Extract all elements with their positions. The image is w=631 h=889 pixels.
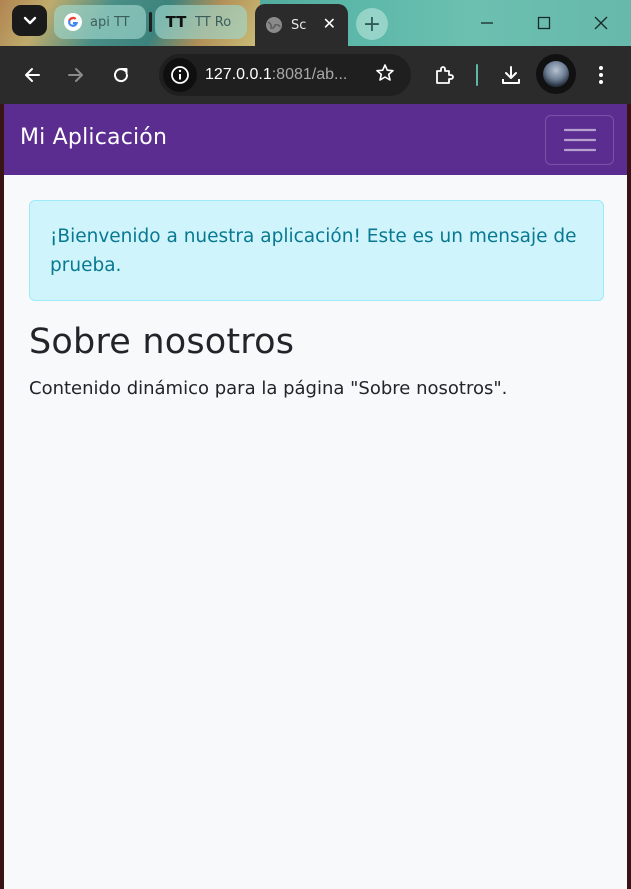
maximize-button[interactable] (515, 0, 572, 46)
browser-toolbar: 127.0.0.1:8081/ab... (0, 46, 631, 104)
new-tab-button[interactable]: + (356, 8, 388, 40)
url-path: :8081/ab... (271, 66, 348, 83)
web-page: Mi Aplicación ¡Bienvenido a nuestra apli… (4, 104, 627, 889)
toolbar-divider (476, 64, 478, 86)
site-info-button[interactable] (163, 58, 197, 92)
tab-search-button[interactable] (12, 5, 47, 36)
avatar-image (543, 61, 569, 87)
minimize-icon (480, 22, 493, 24)
url-host: 127.0.0.1 (205, 66, 272, 83)
window-edge-right (627, 104, 631, 889)
arrow-right-icon (68, 68, 83, 82)
page-heading: Sobre nosotros (29, 322, 295, 362)
browser-tab-active[interactable]: Sc ✕ (255, 4, 348, 46)
puzzle-icon (436, 66, 454, 84)
tt-icon-text: TT (165, 13, 187, 31)
address-url[interactable]: 127.0.0.1:8081/ab... (205, 66, 347, 84)
address-bar[interactable]: 127.0.0.1:8081/ab... (159, 54, 411, 96)
browser-tab-3-title: Sc (291, 17, 307, 33)
reload-icon (114, 68, 129, 83)
browser-tab-2[interactable]: TT TT Ro (155, 5, 247, 39)
reload-button[interactable] (105, 59, 137, 91)
browser-tab-1[interactable]: api TT (54, 5, 146, 39)
globe-icon (265, 16, 283, 34)
close-icon (594, 16, 607, 30)
close-window-button[interactable] (572, 0, 629, 46)
google-icon (64, 13, 82, 31)
navbar-toggler-button[interactable] (545, 115, 614, 165)
downloads-button[interactable] (495, 59, 527, 91)
forward-button[interactable] (60, 59, 92, 91)
tab-separator (149, 12, 152, 32)
navbar-brand[interactable]: Mi Aplicación (20, 125, 167, 150)
browser-tab-2-title: TT Ro (195, 14, 232, 30)
kebab-menu-icon (599, 66, 603, 84)
minimize-button[interactable] (458, 0, 515, 46)
plus-icon: + (362, 11, 382, 37)
back-button[interactable] (16, 59, 48, 91)
navbar: Mi Aplicación (4, 104, 627, 175)
browser-menu-button[interactable] (585, 59, 617, 91)
close-tab-icon[interactable]: ✕ (323, 14, 336, 33)
tt-icon: TT (165, 13, 187, 31)
maximize-icon (537, 16, 550, 30)
download-icon (502, 66, 520, 84)
bookmark-star-icon[interactable] (375, 63, 395, 87)
welcome-alert: ¡Bienvenido a nuestra aplicación! Este e… (29, 200, 604, 301)
hamburger-menu-icon (563, 128, 596, 152)
extensions-button[interactable] (428, 59, 460, 91)
page-content-text: Contenido dinámico para la página "Sobre… (29, 378, 508, 399)
profile-avatar[interactable] (536, 54, 576, 94)
browser-tab-strip: api TT TT TT Ro Sc ✕ + (0, 0, 631, 46)
chevron-down-icon (23, 16, 36, 24)
alert-message: ¡Bienvenido a nuestra aplicación! Este e… (50, 226, 577, 276)
info-icon (171, 66, 189, 84)
browser-tab-1-title: api TT (90, 14, 130, 30)
arrow-left-icon (25, 68, 40, 82)
